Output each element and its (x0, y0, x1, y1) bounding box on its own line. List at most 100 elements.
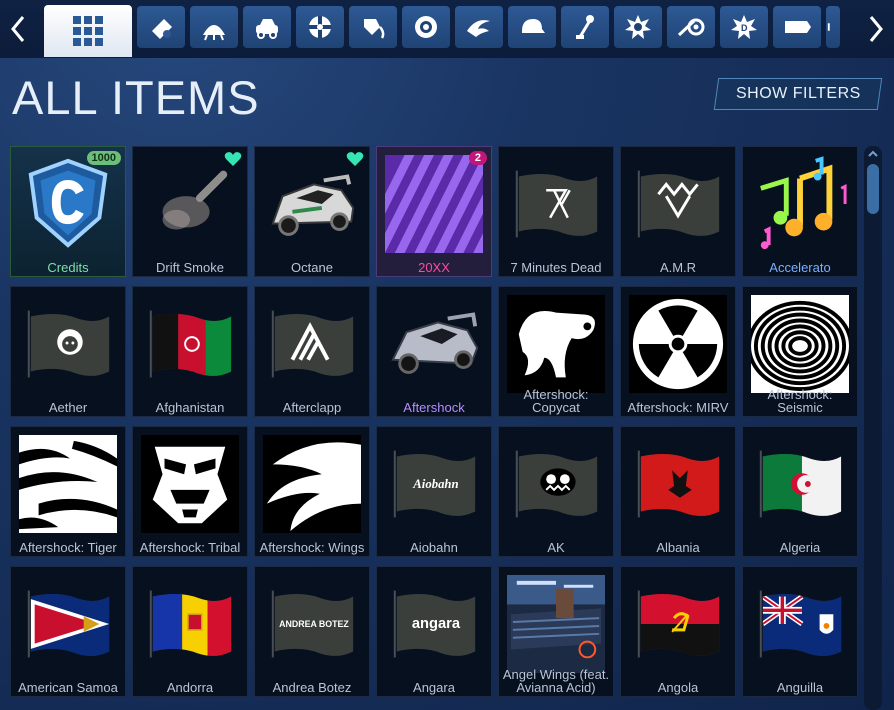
music-notes-icon (760, 156, 847, 250)
item-tile[interactable]: Afghanistan (132, 286, 248, 417)
tab-cars[interactable] (243, 6, 291, 48)
item-name: Angel Wings (feat. Avianna Acid) (502, 667, 610, 695)
tab-paint-finishes[interactable] (349, 6, 397, 48)
item-tile[interactable]: Aftershock: Tribal (132, 426, 248, 557)
show-filters-button[interactable]: SHOW FILTERS (713, 78, 883, 110)
item-tile[interactable]: Aftershock: Tiger (10, 426, 126, 557)
tab-all-items[interactable] (44, 5, 132, 57)
flag-icon (149, 310, 232, 378)
item-tile[interactable]: A.M.R (620, 146, 736, 277)
item-tile[interactable]: Afterclapp (254, 286, 370, 417)
item-image (263, 435, 361, 533)
flag-icon (759, 450, 842, 518)
item-tile[interactable]: Aftershock: Seismic (742, 286, 858, 417)
music-cover-icon (507, 575, 605, 673)
decal-icon (141, 435, 239, 533)
favorite-heart-icon[interactable] (224, 151, 242, 167)
svg-text:D: D (741, 23, 748, 33)
decal-icon (19, 435, 117, 533)
chevron-left-icon (11, 16, 25, 42)
item-tile[interactable]: Albania (620, 426, 736, 557)
car-icon (256, 19, 278, 39)
flag-icon (149, 590, 232, 658)
item-tile[interactable]: American Samoa (10, 566, 126, 697)
item-tile[interactable]: Aftershock: Copycat (498, 286, 614, 417)
item-tile[interactable]: Aftershock (376, 286, 492, 417)
item-name: Aftershock: Wings (259, 540, 365, 555)
item-name: American Samoa (18, 680, 118, 695)
item-name: AK (547, 540, 565, 555)
item-tile[interactable]: Aether (10, 286, 126, 417)
item-tile[interactable]: angara Angara (376, 566, 492, 697)
item-tile[interactable]: Angel Wings (feat. Avianna Acid) (498, 566, 614, 697)
item-name: Albania (656, 540, 700, 555)
tab-boosts[interactable] (402, 6, 450, 48)
decal-icon (747, 295, 853, 393)
item-tile[interactable]: Drift Smoke (132, 146, 248, 277)
tab-avatar-borders[interactable] (773, 6, 821, 48)
scroll-thumb[interactable] (867, 164, 879, 214)
antenna-icon (576, 15, 594, 39)
tab-engine-audio[interactable] (667, 6, 715, 48)
item-tile[interactable]: Angola (620, 566, 736, 697)
tab-wheels[interactable] (296, 6, 344, 48)
flag-icon (637, 590, 720, 658)
tab-antennas[interactable] (561, 6, 609, 48)
item-image (507, 155, 605, 253)
item-image: angara (385, 575, 483, 673)
tab-more[interactable] (826, 6, 840, 48)
item-tile[interactable]: Octane (254, 146, 370, 277)
tab-goal-explosions[interactable] (614, 6, 662, 48)
item-image: Aiobahn (385, 435, 483, 533)
item-tile[interactable]: 1000 Credits (10, 146, 126, 277)
page-title: ALL ITEMS (12, 71, 260, 124)
item-tile[interactable]: ANDREA BOTEZ Andrea Botez (254, 566, 370, 697)
scrollbar[interactable] (864, 146, 882, 710)
item-tile[interactable]: 7 Minutes Dead (498, 146, 614, 277)
tab-trails[interactable] (455, 6, 503, 48)
item-tile[interactable]: AK (498, 426, 614, 557)
decal-icon (152, 19, 172, 39)
item-name: Aether (48, 400, 88, 415)
item-tile[interactable]: Anguilla (742, 566, 858, 697)
tab-player-banners[interactable]: D (720, 6, 768, 48)
item-name: Credits (47, 260, 89, 275)
item-tile[interactable]: Aiobahn Aiobahn (376, 426, 492, 557)
flag-icon: Aiobahn (393, 450, 476, 518)
grid-icon (73, 16, 103, 46)
chevron-right-icon (869, 16, 883, 42)
item-image (751, 575, 849, 673)
favorite-heart-icon[interactable] (346, 151, 364, 167)
item-tile[interactable]: 2 20XX (376, 146, 492, 277)
item-name: A.M.R (659, 260, 697, 275)
item-tile[interactable]: Algeria (742, 426, 858, 557)
paint-icon (364, 19, 385, 39)
banner-icon: D (731, 15, 757, 39)
decal-icon (629, 295, 727, 393)
item-tile[interactable]: Aftershock: MIRV (620, 286, 736, 417)
nav-right-button[interactable] (860, 6, 892, 52)
item-image (629, 435, 727, 533)
svg-text:ANDREA BOTEZ: ANDREA BOTEZ (279, 619, 349, 629)
item-name: 20XX (418, 260, 450, 275)
item-image (19, 155, 117, 253)
tab-toppers[interactable] (190, 6, 238, 48)
border-icon (785, 21, 811, 33)
svg-text:Aiobahn: Aiobahn (412, 477, 458, 491)
item-name: Afterclapp (282, 400, 342, 415)
item-image (377, 155, 491, 253)
nav-left-button[interactable] (2, 6, 34, 52)
item-name: Aftershock (403, 400, 465, 415)
tab-bodies-decals[interactable] (137, 6, 185, 48)
item-name: Octane (291, 260, 333, 275)
item-tile[interactable]: Accelerato (742, 146, 858, 277)
item-tile[interactable]: Andorra (132, 566, 248, 697)
item-name: Afghanistan (155, 400, 225, 415)
item-image (629, 575, 727, 673)
item-tile[interactable]: Aftershock: Wings (254, 426, 370, 557)
item-image (629, 155, 727, 253)
tab-hats[interactable] (508, 6, 556, 48)
aftershock-car-icon (391, 312, 479, 374)
wheel-icon (309, 16, 331, 38)
scroll-up-icon[interactable] (867, 148, 879, 160)
